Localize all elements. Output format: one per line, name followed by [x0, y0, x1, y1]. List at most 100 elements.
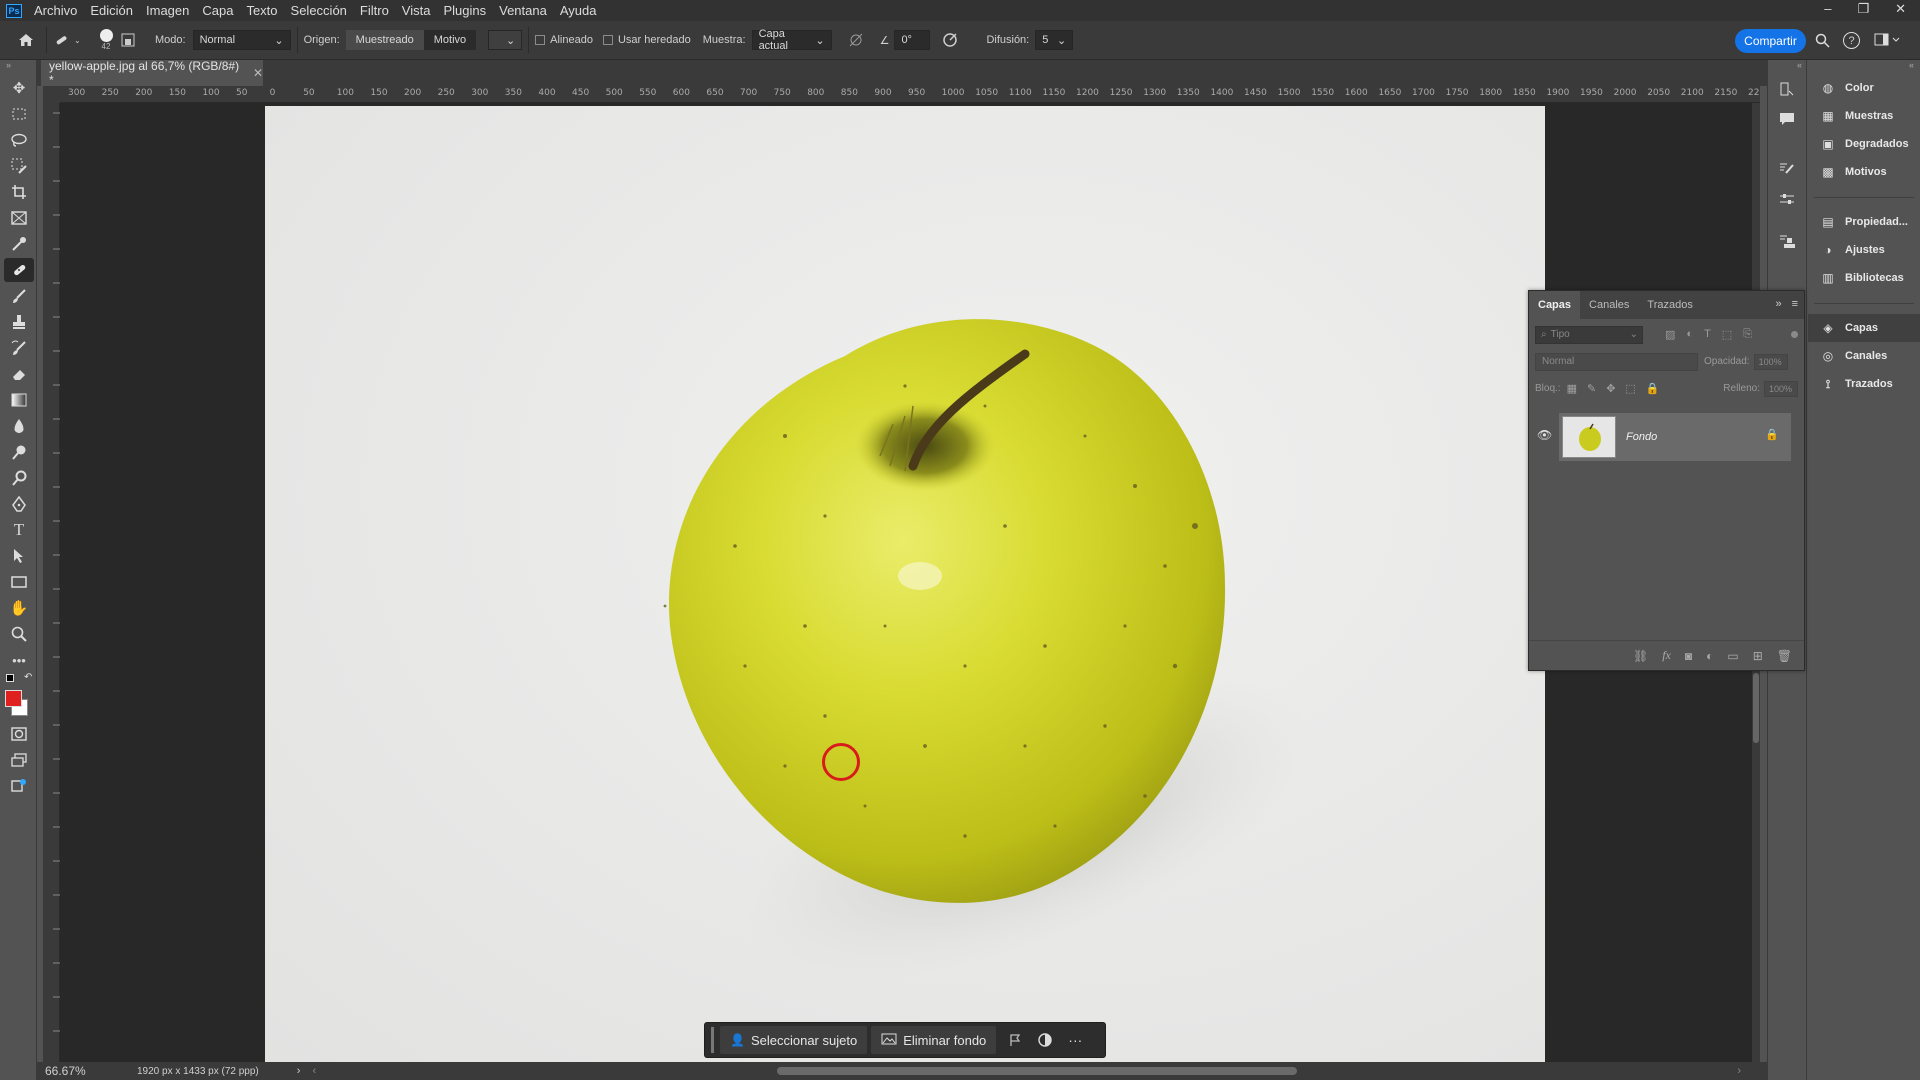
- lock-transparent-icon[interactable]: ▦: [1567, 382, 1577, 395]
- edit-toolbar-icon[interactable]: [4, 774, 34, 798]
- gradient-tool-icon[interactable]: [4, 388, 34, 412]
- ignore-adjustment-layers-icon[interactable]: [848, 33, 868, 47]
- mode-dropdown[interactable]: Normal ⌄: [192, 30, 291, 50]
- status-menu-arrow-icon[interactable]: ›: [297, 1065, 301, 1077]
- filter-pixel-icon[interactable]: ▨: [1665, 328, 1675, 341]
- layer-lock-icon[interactable]: 🔒: [1765, 428, 1779, 441]
- foreground-color-swatch[interactable]: [5, 690, 22, 707]
- lock-all-icon[interactable]: 🔒: [1646, 382, 1660, 395]
- lock-position-icon[interactable]: ✥: [1606, 382, 1615, 395]
- add-mask-icon[interactable]: ◙: [1685, 649, 1692, 663]
- panel-menu-icon[interactable]: ≡: [1792, 298, 1798, 310]
- swap-colors-icon[interactable]: ↶: [24, 672, 32, 683]
- panel-patterns[interactable]: ▩ Motivos: [1808, 158, 1920, 186]
- blend-mode-dropdown[interactable]: Normal: [1535, 352, 1698, 371]
- tab-channels[interactable]: Canales: [1580, 291, 1638, 319]
- healing-brush-tool-icon[interactable]: [4, 258, 34, 282]
- horizontal-ruler[interactable]: 300 250 200 150 100 50 0 50 100 150 200 250 300 350 40…: [60, 86, 1760, 103]
- layer-style-fx-icon[interactable]: fx: [1662, 648, 1671, 663]
- zoom-level[interactable]: 66.67%: [45, 1064, 105, 1078]
- panel-color[interactable]: ◍ Color: [1808, 74, 1920, 102]
- more-options-icon[interactable]: ···: [1060, 1026, 1090, 1054]
- minimize-icon[interactable]: –: [1824, 1, 1831, 17]
- visibility-eye-icon[interactable]: 👁: [1537, 428, 1552, 442]
- quick-mask-icon[interactable]: [4, 722, 34, 746]
- horizontal-scroll-thumb[interactable]: [777, 1067, 1297, 1075]
- filter-smart-object-icon[interactable]: ⎘: [1743, 328, 1752, 341]
- workspace-icon[interactable]: [1874, 33, 1900, 47]
- new-layer-icon[interactable]: ⊞: [1753, 649, 1763, 663]
- object-selection-tool-icon[interactable]: [4, 154, 34, 178]
- type-tool-icon[interactable]: T: [4, 518, 34, 542]
- brush-settings-panel-icon[interactable]: [1774, 158, 1800, 180]
- scroll-left-icon[interactable]: ‹: [312, 1065, 316, 1077]
- remove-background-button[interactable]: Eliminar fondo: [871, 1026, 997, 1054]
- clone-source-icon[interactable]: [1774, 230, 1800, 252]
- fill-input[interactable]: 100%: [1764, 380, 1798, 397]
- select-subject-button[interactable]: 👤 Seleccionar sujeto: [720, 1026, 868, 1054]
- lock-artboard-icon[interactable]: ⬚: [1625, 382, 1635, 395]
- frame-tool-icon[interactable]: [4, 206, 34, 230]
- panel-swatches[interactable]: ▦ Muestras: [1808, 102, 1920, 130]
- menu-item-6[interactable]: Filtro: [360, 3, 389, 18]
- adjust-icon[interactable]: [1030, 1026, 1060, 1054]
- expand-panels-icon[interactable]: «: [1808, 60, 1920, 74]
- path-selection-tool-icon[interactable]: [4, 544, 34, 568]
- default-colors-icon[interactable]: [6, 674, 14, 682]
- filter-type-icon[interactable]: T: [1704, 328, 1711, 341]
- help-icon[interactable]: ?: [1843, 32, 1860, 49]
- restore-icon[interactable]: ❐: [1857, 1, 1869, 17]
- origin-pattern-button[interactable]: Motivo: [424, 30, 476, 50]
- lasso-tool-icon[interactable]: [4, 128, 34, 152]
- hand-tool-icon[interactable]: ✋: [4, 596, 34, 620]
- eraser-tool-icon[interactable]: [4, 362, 34, 386]
- brush-size-picker[interactable]: 42: [91, 29, 121, 51]
- menu-item-1[interactable]: Edición: [90, 3, 133, 18]
- panel-channels[interactable]: ◎ Canales: [1808, 342, 1920, 370]
- document-tab[interactable]: yellow-apple.jpg al 66,7% (RGB/8#) * ✕: [41, 59, 263, 87]
- diffusion-dropdown[interactable]: 5 ⌄: [1035, 30, 1074, 50]
- filter-toggle[interactable]: [1791, 331, 1798, 338]
- menu-item-3[interactable]: Capa: [202, 3, 233, 18]
- lock-image-icon[interactable]: ✎: [1587, 382, 1596, 395]
- rectangle-tool-icon[interactable]: [4, 570, 34, 594]
- home-icon[interactable]: [18, 33, 40, 47]
- close-tab-icon[interactable]: ✕: [253, 66, 263, 80]
- screen-mode-icon[interactable]: [4, 748, 34, 772]
- menu-item-10[interactable]: Ayuda: [560, 3, 597, 18]
- menu-item-0[interactable]: Archivo: [34, 3, 77, 18]
- pen-tool-icon[interactable]: [4, 492, 34, 516]
- new-group-icon[interactable]: ▭: [1727, 649, 1738, 663]
- collapse-strip-icon[interactable]: «: [1768, 60, 1806, 70]
- menu-item-4[interactable]: Texto: [246, 3, 277, 18]
- layer-thumbnail[interactable]: [1562, 416, 1616, 458]
- task-bar-grip[interactable]: [711, 1027, 714, 1053]
- crop-tool-icon[interactable]: [4, 180, 34, 204]
- menu-item-2[interactable]: Imagen: [146, 3, 189, 18]
- sample-dropdown[interactable]: Capa actual ⌄: [751, 28, 832, 52]
- panel-libraries[interactable]: ▥ Bibliotecas: [1808, 264, 1920, 292]
- aligned-checkbox[interactable]: [535, 35, 546, 45]
- collapse-panel-icon[interactable]: »: [1775, 298, 1781, 310]
- origin-sampled-button[interactable]: Muestreado: [345, 30, 424, 50]
- history-icon[interactable]: [1774, 78, 1800, 100]
- tab-paths[interactable]: Trazados: [1638, 291, 1701, 319]
- panel-properties[interactable]: ▤ Propiedad...: [1808, 208, 1920, 236]
- marquee-tool-icon[interactable]: [4, 102, 34, 126]
- menu-item-9[interactable]: Ventana: [499, 3, 547, 18]
- panel-layers[interactable]: ◈ Capas: [1808, 314, 1920, 342]
- comments-icon[interactable]: [1774, 108, 1800, 130]
- brush-settings-icon[interactable]: [121, 33, 149, 47]
- more-tools-icon[interactable]: •••: [4, 648, 34, 672]
- use-legacy-checkbox[interactable]: [602, 35, 613, 45]
- collapse-toolbar-icon[interactable]: »: [0, 60, 36, 74]
- tab-layers[interactable]: Capas: [1529, 291, 1581, 319]
- pin-icon[interactable]: [1000, 1026, 1030, 1054]
- menu-item-5[interactable]: Selección: [291, 3, 347, 18]
- dodge-tool-icon[interactable]: [4, 440, 34, 464]
- pressure-size-icon[interactable]: [942, 32, 964, 48]
- delete-layer-icon[interactable]: 🗑: [1777, 649, 1792, 663]
- panel-adjustments[interactable]: ◑ Ajustes: [1808, 236, 1920, 264]
- close-window-icon[interactable]: ✕: [1895, 1, 1906, 17]
- pattern-picker[interactable]: ⌄: [488, 30, 523, 50]
